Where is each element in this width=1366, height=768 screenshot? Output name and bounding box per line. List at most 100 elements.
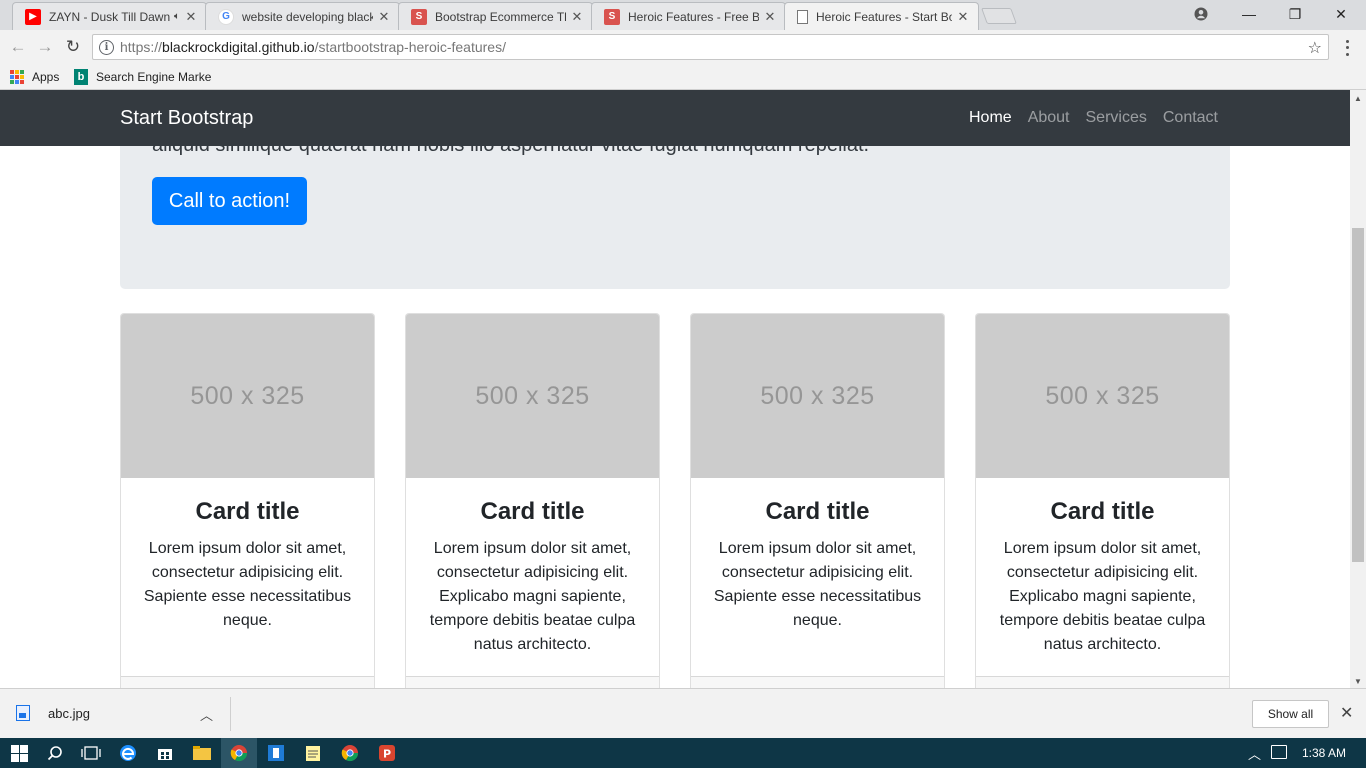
tab-heroic-free[interactable]: S Heroic Features - Free Bo ✕ xyxy=(591,2,786,30)
feature-card: 500 x 325 Card title Lorem ipsum dolor s… xyxy=(405,313,660,688)
svg-text:P: P xyxy=(383,748,391,761)
tab-bootstrap-ecommerce[interactable]: S Bootstrap Ecommerce Th ✕ xyxy=(398,2,593,30)
close-icon[interactable]: ✕ xyxy=(1340,703,1353,723)
nav-link-about[interactable]: About xyxy=(1028,109,1070,127)
card-footer xyxy=(976,676,1229,688)
tab-title: ZAYN - Dusk Till Dawn xyxy=(49,9,171,24)
windows-taskbar: P ︿ 1:38 AM xyxy=(0,738,1366,768)
page-scrollbar[interactable]: ▲ ▼ xyxy=(1350,90,1366,688)
info-icon[interactable]: i xyxy=(99,39,114,55)
task-view-icon[interactable] xyxy=(80,743,102,763)
card-title: Card title xyxy=(195,498,300,525)
chrome-icon[interactable] xyxy=(339,743,361,763)
window-close-button[interactable]: ✕ xyxy=(1318,0,1364,28)
minimize-button[interactable]: — xyxy=(1226,0,1272,28)
windows-start-icon[interactable] xyxy=(8,743,30,763)
restore-button[interactable]: ❐ xyxy=(1272,0,1318,28)
back-arrow-icon[interactable]: ← xyxy=(7,36,29,58)
chevron-up-icon[interactable]: ︿ xyxy=(200,705,213,724)
edge-icon[interactable] xyxy=(117,743,139,763)
tab-title: Bootstrap Ecommerce Th xyxy=(435,9,566,24)
notes-icon[interactable] xyxy=(302,743,324,763)
card-image-placeholder: 500 x 325 xyxy=(406,314,659,478)
navbar-brand[interactable]: Start Bootstrap xyxy=(120,107,253,130)
scroll-down-icon[interactable]: ▼ xyxy=(1354,677,1362,686)
tab-title: website developing black xyxy=(242,9,373,24)
speaker-icon[interactable]: 🔈︎ xyxy=(174,11,180,22)
s-icon: S xyxy=(411,8,427,25)
tab-heroic-start[interactable]: Heroic Features - Start Bo ✕ xyxy=(784,2,979,31)
feature-card: 500 x 325 Card title Lorem ipsum dolor s… xyxy=(120,313,375,688)
bing-icon: b xyxy=(74,69,88,85)
browser-menu-icon[interactable] xyxy=(1340,38,1354,58)
forward-arrow-icon[interactable]: → xyxy=(34,36,56,58)
search-icon[interactable] xyxy=(44,743,66,763)
download-filename: abc.jpg xyxy=(48,705,90,721)
tab-strip: ▶ ZAYN - Dusk Till Dawn 🔈︎ ✕ G website d… xyxy=(0,0,1366,31)
card-image-placeholder: 500 x 325 xyxy=(691,314,944,478)
clock[interactable]: 1:38 AM xyxy=(1302,746,1346,760)
bookmark-star-icon[interactable]: ☆ xyxy=(1308,38,1322,58)
file-explorer-icon[interactable] xyxy=(191,743,213,763)
close-icon[interactable]: ✕ xyxy=(763,9,777,25)
bookmark-apps[interactable]: Apps xyxy=(10,68,59,86)
action-center-icon[interactable] xyxy=(1271,745,1287,759)
call-to-action-button[interactable]: Call to action! xyxy=(152,177,307,225)
card-image-placeholder: 500 x 325 xyxy=(121,314,374,478)
url-scheme: https:// xyxy=(120,39,163,55)
bookmarks-bar: Apps b Search Engine Marke xyxy=(0,64,1366,90)
card-text: Lorem ipsum dolor sit amet, consectetur … xyxy=(999,540,1206,653)
card-title: Card title xyxy=(765,498,870,525)
screen: ▶ ZAYN - Dusk Till Dawn 🔈︎ ✕ G website d… xyxy=(0,0,1366,768)
tab-title: Heroic Features - Free Bo xyxy=(628,9,759,24)
page-viewport: aliquid similique quaerat nam nobis illo… xyxy=(0,90,1350,688)
close-icon[interactable]: ✕ xyxy=(956,9,970,25)
site-navbar: Start Bootstrap Home About Services Cont… xyxy=(0,90,1350,146)
nav-link-services[interactable]: Services xyxy=(1086,109,1147,127)
browser-toolbar: ← → ↻ i https://blackrockdigital.github.… xyxy=(0,30,1366,64)
url-host: blackrockdigital.github.io xyxy=(162,39,315,55)
card-footer xyxy=(406,676,659,688)
show-all-button[interactable]: Show all xyxy=(1252,700,1329,728)
new-tab-button[interactable] xyxy=(981,8,1017,24)
page-icon xyxy=(797,10,808,24)
address-bar[interactable]: i https://blackrockdigital.github.io/sta… xyxy=(92,34,1329,60)
navbar-links: Home About Services Contact xyxy=(953,109,1218,127)
app-icon[interactable] xyxy=(265,743,287,763)
profile-icon[interactable] xyxy=(1178,0,1224,28)
youtube-icon: ▶ xyxy=(25,8,41,25)
url-path: /startbootstrap-heroic-features/ xyxy=(314,39,506,55)
bookmark-search-engine[interactable]: b Search Engine Marke xyxy=(74,68,212,86)
reload-icon[interactable]: ↻ xyxy=(62,36,84,58)
app-p-icon[interactable]: P xyxy=(376,743,398,763)
card-title: Card title xyxy=(480,498,585,525)
close-icon[interactable]: ✕ xyxy=(184,9,198,25)
card-title: Card title xyxy=(1050,498,1155,525)
bookmark-label: Search Engine Marke xyxy=(96,70,212,84)
download-item[interactable]: abc.jpg xyxy=(16,705,90,721)
card-text: Lorem ipsum dolor sit amet, consectetur … xyxy=(429,540,636,653)
tab-youtube[interactable]: ▶ ZAYN - Dusk Till Dawn 🔈︎ ✕ xyxy=(12,2,207,30)
feature-card: 500 x 325 Card title Lorem ipsum dolor s… xyxy=(975,313,1230,688)
tab-title: Heroic Features - Start Bo xyxy=(816,10,952,24)
tab-google[interactable]: G website developing black ✕ xyxy=(205,2,400,30)
scrollbar-thumb[interactable] xyxy=(1352,228,1364,562)
card-text: Lorem ipsum dolor sit amet, consectetur … xyxy=(143,540,352,629)
apps-grid-icon xyxy=(10,70,24,84)
card-footer xyxy=(121,676,374,688)
scroll-up-icon[interactable]: ▲ xyxy=(1354,94,1362,103)
download-bar: abc.jpg ︿ Show all ✕ xyxy=(0,688,1366,738)
bookmark-label: Apps xyxy=(32,70,60,84)
chrome-icon[interactable] xyxy=(228,743,250,763)
download-separator xyxy=(230,697,231,731)
nav-link-home[interactable]: Home xyxy=(969,109,1012,127)
store-icon[interactable] xyxy=(154,743,176,763)
close-icon[interactable]: ✕ xyxy=(570,9,584,25)
nav-link-contact[interactable]: Contact xyxy=(1163,109,1218,127)
chevron-up-icon[interactable]: ︿ xyxy=(1248,744,1261,763)
s-icon: S xyxy=(604,8,620,25)
close-icon[interactable]: ✕ xyxy=(377,9,391,25)
feature-card: 500 x 325 Card title Lorem ipsum dolor s… xyxy=(690,313,945,688)
image-file-icon xyxy=(16,705,30,721)
google-icon: G xyxy=(218,8,234,25)
